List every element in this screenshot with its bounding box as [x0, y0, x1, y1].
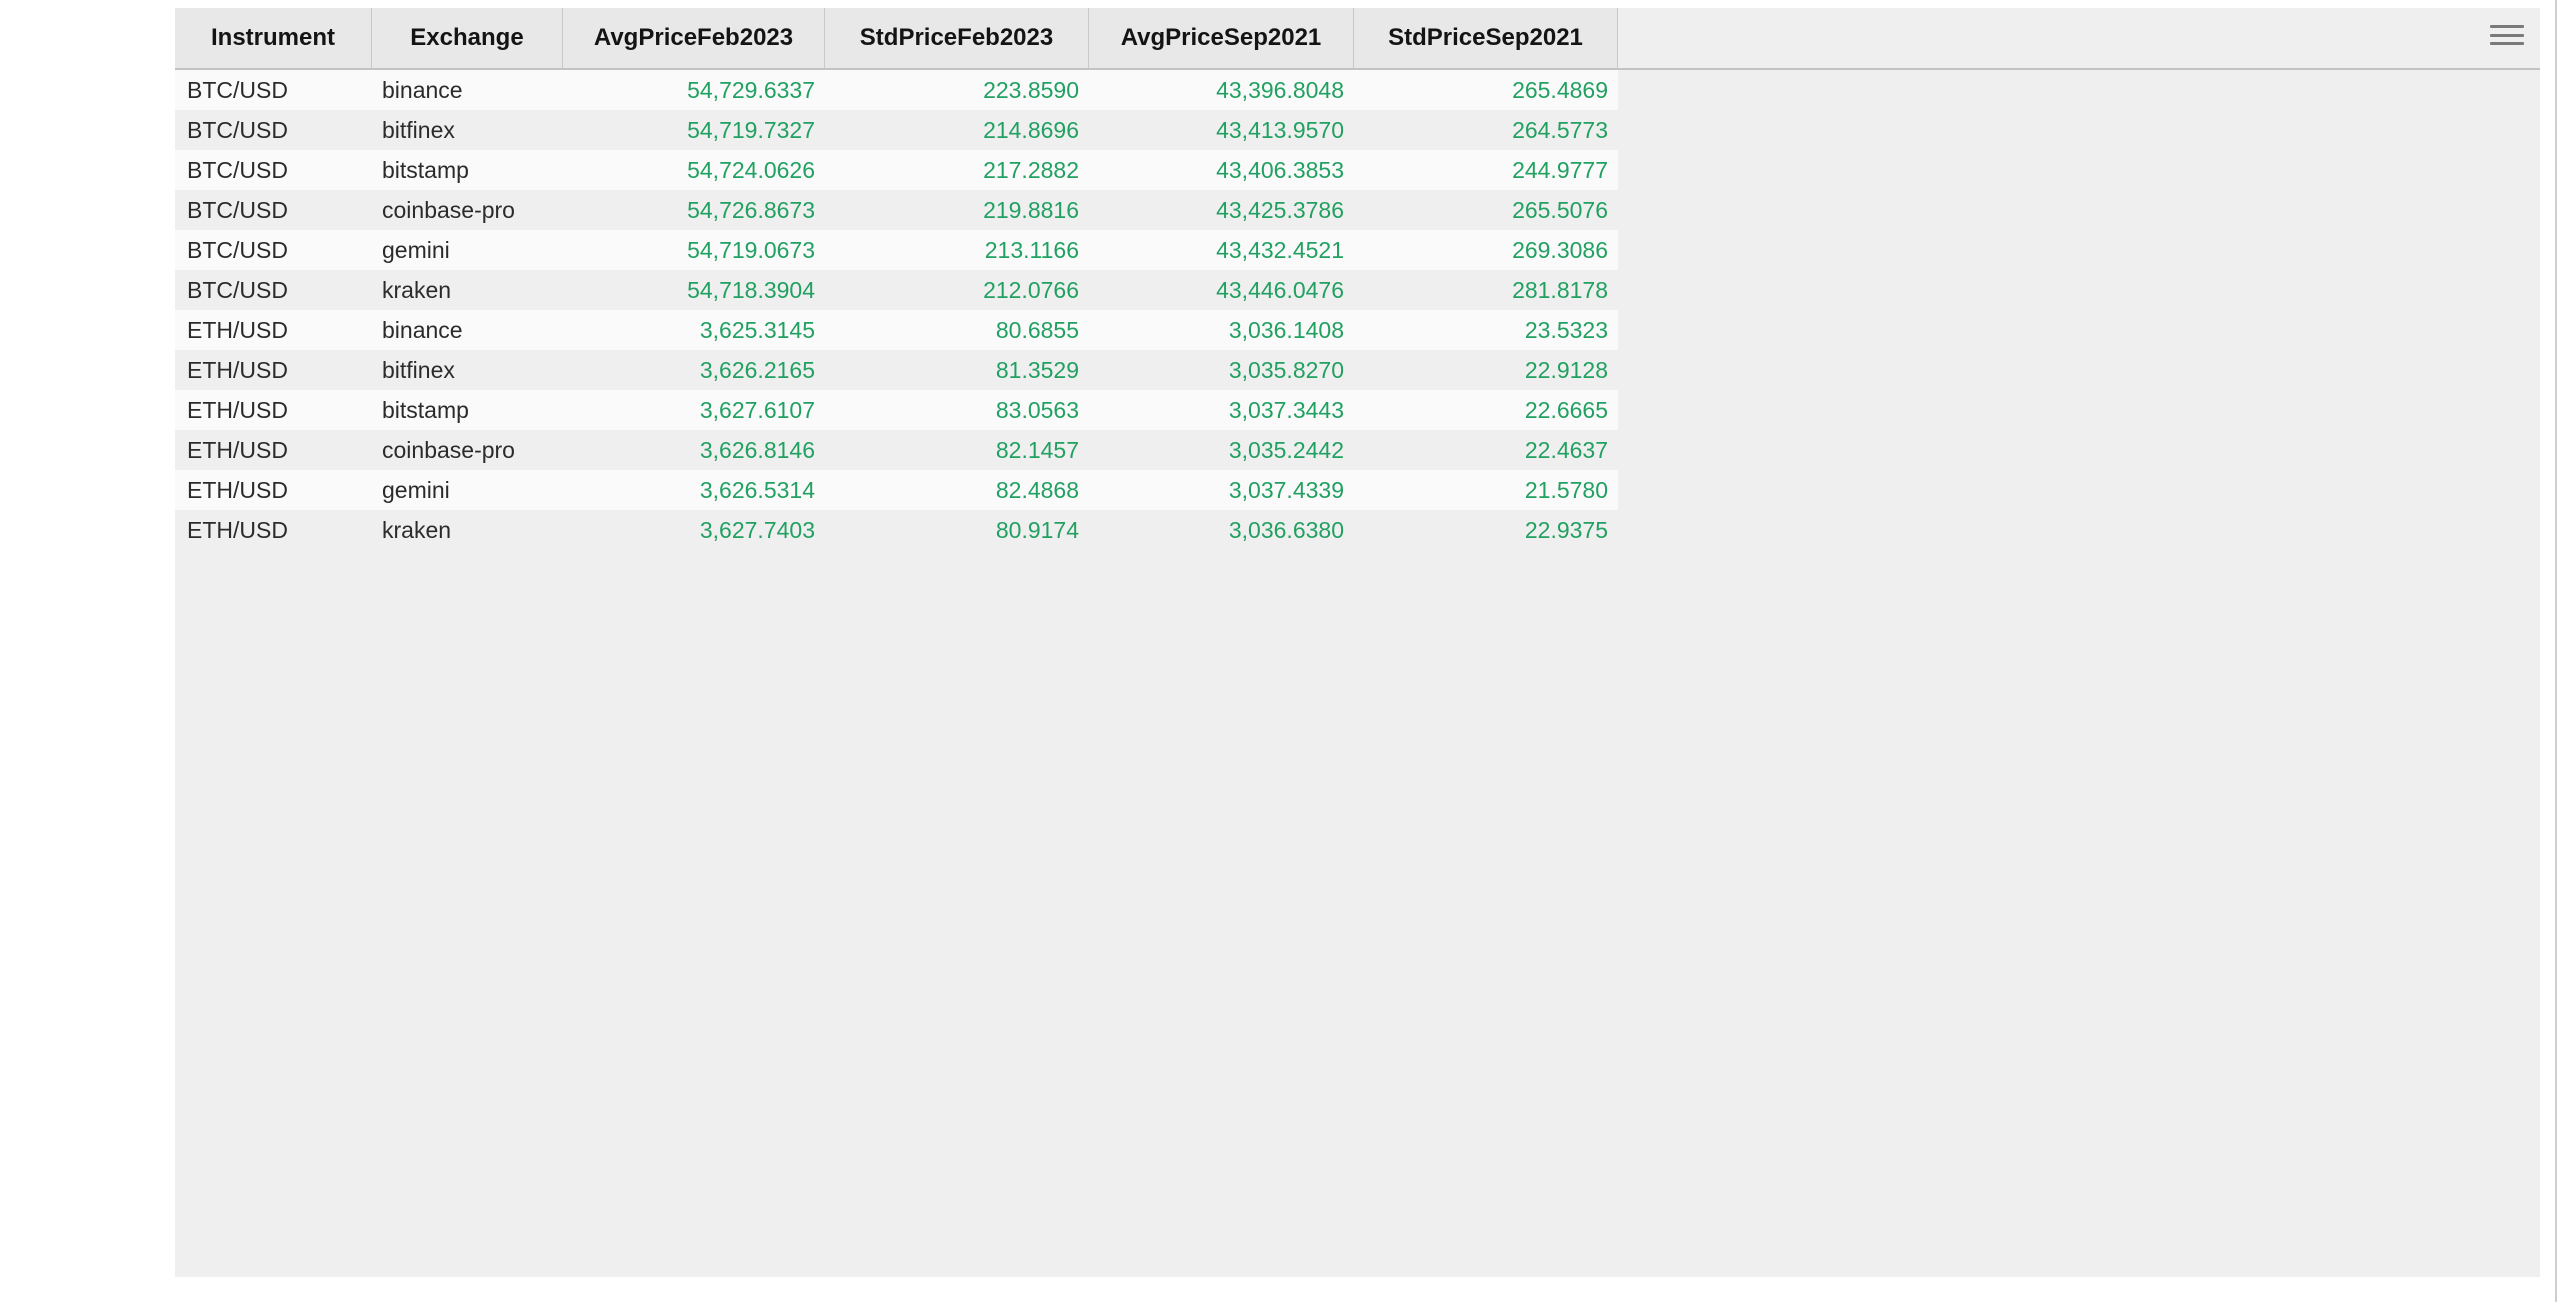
- instrument-cell: ETH/USD: [175, 310, 372, 350]
- std-price-feb2023-cell: 219.8816: [825, 190, 1089, 230]
- scrollbar-track[interactable]: [2555, 0, 2557, 1302]
- table-header-row: Instrument Exchange AvgPriceFeb2023 StdP…: [175, 8, 1618, 68]
- std-price-sep2021-cell: 265.5076: [1354, 190, 1618, 230]
- exchange-cell: bitstamp: [372, 150, 563, 190]
- std-price-sep2021-cell: 281.8178: [1354, 270, 1618, 310]
- table-row: ETH/USDbitstamp3,627.610783.05633,037.34…: [175, 390, 1618, 430]
- column-header-stdpricesep2021[interactable]: StdPriceSep2021: [1354, 8, 1618, 68]
- avg-price-feb2023-cell: 54,726.8673: [563, 190, 825, 230]
- column-header-instrument[interactable]: Instrument: [175, 8, 372, 68]
- avg-price-sep2021-cell: 43,413.9570: [1089, 110, 1354, 150]
- table-row: ETH/USDbinance3,625.314580.68553,036.140…: [175, 310, 1618, 350]
- instrument-cell: BTC/USD: [175, 230, 372, 270]
- std-price-sep2021-cell: 22.4637: [1354, 430, 1618, 470]
- avg-price-sep2021-cell: 3,037.4339: [1089, 470, 1354, 510]
- avg-price-feb2023-cell: 3,626.5314: [563, 470, 825, 510]
- std-price-feb2023-cell: 217.2882: [825, 150, 1089, 190]
- hamburger-bar: [2490, 42, 2524, 45]
- instrument-cell: BTC/USD: [175, 70, 372, 110]
- exchange-cell: gemini: [372, 230, 563, 270]
- table-row: BTC/USDkraken54,718.3904212.076643,446.0…: [175, 270, 1618, 310]
- instrument-cell: BTC/USD: [175, 270, 372, 310]
- data-grid-container: Instrument Exchange AvgPriceFeb2023 StdP…: [175, 8, 2540, 1277]
- avg-price-feb2023-cell: 3,626.2165: [563, 350, 825, 390]
- instrument-cell: BTC/USD: [175, 190, 372, 230]
- avg-price-feb2023-cell: 54,719.7327: [563, 110, 825, 150]
- table-body: BTC/USDbinance54,729.6337223.859043,396.…: [175, 70, 1618, 550]
- column-header-avgpricesep2021[interactable]: AvgPriceSep2021: [1089, 8, 1354, 68]
- std-price-feb2023-cell: 81.3529: [825, 350, 1089, 390]
- avg-price-sep2021-cell: 3,036.1408: [1089, 310, 1354, 350]
- avg-price-feb2023-cell: 3,625.3145: [563, 310, 825, 350]
- exchange-cell: gemini: [372, 470, 563, 510]
- exchange-cell: bitstamp: [372, 390, 563, 430]
- std-price-feb2023-cell: 80.9174: [825, 510, 1089, 550]
- avg-price-sep2021-cell: 43,425.3786: [1089, 190, 1354, 230]
- std-price-feb2023-cell: 214.8696: [825, 110, 1089, 150]
- std-price-sep2021-cell: 264.5773: [1354, 110, 1618, 150]
- exchange-cell: bitfinex: [372, 350, 563, 390]
- avg-price-sep2021-cell: 3,035.2442: [1089, 430, 1354, 470]
- hamburger-menu-icon[interactable]: [2490, 25, 2524, 45]
- avg-price-sep2021-cell: 3,035.8270: [1089, 350, 1354, 390]
- std-price-sep2021-cell: 244.9777: [1354, 150, 1618, 190]
- std-price-feb2023-cell: 82.1457: [825, 430, 1089, 470]
- column-header-exchange[interactable]: Exchange: [372, 8, 563, 68]
- avg-price-sep2021-cell: 43,446.0476: [1089, 270, 1354, 310]
- hamburger-bar: [2490, 34, 2524, 37]
- std-price-sep2021-cell: 265.4869: [1354, 70, 1618, 110]
- instrument-cell: ETH/USD: [175, 390, 372, 430]
- exchange-cell: kraken: [372, 510, 563, 550]
- avg-price-feb2023-cell: 54,718.3904: [563, 270, 825, 310]
- instrument-cell: ETH/USD: [175, 470, 372, 510]
- avg-price-sep2021-cell: 3,037.3443: [1089, 390, 1354, 430]
- instrument-cell: BTC/USD: [175, 150, 372, 190]
- instrument-cell: BTC/USD: [175, 110, 372, 150]
- std-price-sep2021-cell: 269.3086: [1354, 230, 1618, 270]
- avg-price-feb2023-cell: 3,626.8146: [563, 430, 825, 470]
- grid-topbar: Instrument Exchange AvgPriceFeb2023 StdP…: [175, 8, 2540, 70]
- std-price-feb2023-cell: 213.1166: [825, 230, 1089, 270]
- avg-price-feb2023-cell: 3,627.7403: [563, 510, 825, 550]
- exchange-cell: kraken: [372, 270, 563, 310]
- exchange-cell: coinbase-pro: [372, 190, 563, 230]
- column-header-avgpricefeb2023[interactable]: AvgPriceFeb2023: [563, 8, 825, 68]
- table-row: BTC/USDbinance54,729.6337223.859043,396.…: [175, 70, 1618, 110]
- exchange-cell: binance: [372, 70, 563, 110]
- table-row: BTC/USDbitstamp54,724.0626217.288243,406…: [175, 150, 1618, 190]
- instrument-cell: ETH/USD: [175, 510, 372, 550]
- exchange-cell: bitfinex: [372, 110, 563, 150]
- avg-price-feb2023-cell: 54,724.0626: [563, 150, 825, 190]
- avg-price-feb2023-cell: 3,627.6107: [563, 390, 825, 430]
- std-price-sep2021-cell: 22.9128: [1354, 350, 1618, 390]
- std-price-sep2021-cell: 23.5323: [1354, 310, 1618, 350]
- table-row: ETH/USDkraken3,627.740380.91743,036.6380…: [175, 510, 1618, 550]
- std-price-feb2023-cell: 83.0563: [825, 390, 1089, 430]
- avg-price-sep2021-cell: 43,406.3853: [1089, 150, 1354, 190]
- exchange-cell: coinbase-pro: [372, 430, 563, 470]
- table-row: BTC/USDbitfinex54,719.7327214.869643,413…: [175, 110, 1618, 150]
- table-row: ETH/USDgemini3,626.531482.48683,037.4339…: [175, 470, 1618, 510]
- avg-price-sep2021-cell: 43,396.8048: [1089, 70, 1354, 110]
- std-price-sep2021-cell: 21.5780: [1354, 470, 1618, 510]
- std-price-feb2023-cell: 82.4868: [825, 470, 1089, 510]
- table-row: BTC/USDgemini54,719.0673213.116643,432.4…: [175, 230, 1618, 270]
- std-price-feb2023-cell: 212.0766: [825, 270, 1089, 310]
- avg-price-feb2023-cell: 54,729.6337: [563, 70, 825, 110]
- table-row: ETH/USDcoinbase-pro3,626.814682.14573,03…: [175, 430, 1618, 470]
- table-row: ETH/USDbitfinex3,626.216581.35293,035.82…: [175, 350, 1618, 390]
- avg-price-sep2021-cell: 3,036.6380: [1089, 510, 1354, 550]
- avg-price-feb2023-cell: 54,719.0673: [563, 230, 825, 270]
- std-price-sep2021-cell: 22.9375: [1354, 510, 1618, 550]
- hamburger-bar: [2490, 25, 2524, 28]
- exchange-cell: binance: [372, 310, 563, 350]
- instrument-cell: ETH/USD: [175, 430, 372, 470]
- std-price-feb2023-cell: 223.8590: [825, 70, 1089, 110]
- column-header-stdpricefeb2023[interactable]: StdPriceFeb2023: [825, 8, 1089, 68]
- avg-price-sep2021-cell: 43,432.4521: [1089, 230, 1354, 270]
- std-price-feb2023-cell: 80.6855: [825, 310, 1089, 350]
- table-row: BTC/USDcoinbase-pro54,726.8673219.881643…: [175, 190, 1618, 230]
- instrument-cell: ETH/USD: [175, 350, 372, 390]
- std-price-sep2021-cell: 22.6665: [1354, 390, 1618, 430]
